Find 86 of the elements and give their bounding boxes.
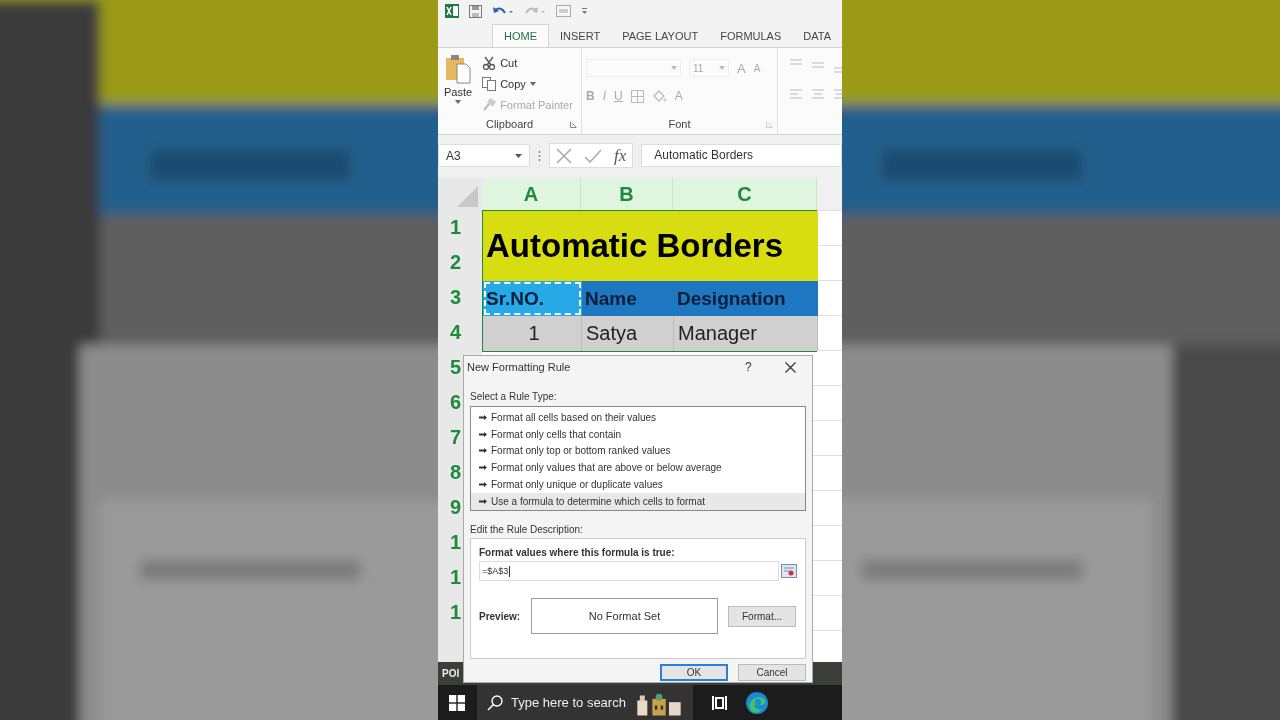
rule-type-item[interactable]: Format only cells that contain	[471, 425, 805, 443]
caret-icon	[719, 66, 725, 70]
rule-type-item[interactable]: Format all cells based on their values	[471, 409, 805, 426]
underline-button[interactable]: U	[614, 89, 623, 103]
group-label: Clipboard	[485, 118, 534, 130]
ribbon-button[interactable]: Copy	[482, 75, 573, 93]
arrow-icon	[479, 482, 487, 488]
ribbon-tab[interactable]: INSERT	[549, 25, 612, 47]
row-header[interactable]: 4	[438, 315, 482, 350]
preview-box: No Format Set	[531, 598, 718, 634]
caret-icon	[529, 82, 536, 86]
rule-type-item[interactable]: Use a formula to determine which cells to format	[471, 493, 805, 510]
column-header[interactable]: C	[673, 178, 817, 210]
column-header[interactable]: B	[581, 178, 673, 210]
ribbon-button[interactable]: Cut	[482, 54, 573, 72]
cancel-button[interactable]: Cancel	[738, 664, 806, 681]
header-cell[interactable]: Sr.NO.	[483, 281, 582, 316]
task-view-icon[interactable]	[711, 694, 727, 711]
formula-label: Format values where this formula is true:	[479, 546, 676, 560]
bold-button[interactable]: B	[586, 89, 595, 103]
fill-bucket-icon[interactable]	[651, 89, 667, 103]
browser-icon[interactable]	[745, 690, 769, 715]
search-icon	[487, 694, 503, 711]
arrow-icon	[479, 465, 487, 471]
dialog-title: New Formatting Rule	[467, 361, 572, 373]
help-button[interactable]: ?	[745, 360, 785, 374]
grip-icon	[538, 149, 541, 162]
borders-icon[interactable]	[630, 89, 644, 103]
column-header[interactable]: A	[482, 178, 581, 210]
font-color-button[interactable]: A	[674, 89, 683, 103]
save-icon[interactable]	[469, 4, 482, 18]
group-label: Font	[668, 118, 691, 130]
ribbon-tab[interactable]: FORMULAS	[709, 25, 793, 47]
header-cell[interactable]: Name	[582, 281, 674, 316]
header-cell[interactable]: Designation	[674, 281, 818, 316]
font-size-field[interactable]: 11	[689, 59, 729, 77]
table-cell: 1	[483, 316, 582, 351]
italic-button[interactable]: I	[602, 89, 606, 103]
rule-type-item[interactable]: Format only unique or duplicate values	[471, 476, 805, 493]
checkmark-icon[interactable]	[584, 148, 602, 163]
formula-input[interactable]: =$A$3	[479, 561, 779, 581]
arrow-icon	[479, 431, 487, 437]
range-select-icon[interactable]	[781, 564, 797, 578]
section-label: Select a Rule Type:	[470, 391, 558, 402]
caret-icon	[455, 100, 462, 104]
rule-type-item[interactable]: Format only values that are above or below average	[471, 459, 805, 477]
paintbrush-icon	[482, 98, 497, 112]
row-header[interactable]: 2	[438, 245, 482, 280]
paste-button[interactable]: Paste	[442, 52, 475, 114]
ribbon-tab[interactable]: PAGE LAYOUT	[611, 25, 710, 47]
copy-icon	[482, 77, 497, 91]
grow-font-button[interactable]: A	[737, 60, 746, 76]
formula-field[interactable]: Automatic Borders	[641, 144, 842, 167]
ok-button[interactable]: OK	[660, 664, 728, 681]
form-icon[interactable]	[556, 5, 571, 17]
caret-icon	[515, 153, 522, 158]
name-box[interactable]: A3	[438, 144, 530, 167]
arrow-icon	[479, 498, 487, 504]
rule-type-list[interactable]	[470, 406, 806, 511]
arrow-icon	[479, 448, 487, 454]
customize-caret-icon[interactable]	[581, 6, 588, 16]
font-name-field[interactable]	[586, 59, 681, 77]
excel-logo-icon[interactable]	[445, 4, 459, 18]
taskbar-search-field[interactable]: Type here to search	[477, 685, 693, 720]
windows-start-icon[interactable]	[449, 694, 465, 711]
rule-type-item[interactable]: Format only top or bottom ranked values	[471, 442, 805, 460]
row-header[interactable]: 3	[438, 280, 482, 315]
status-text: POI	[442, 668, 460, 679]
row-header[interactable]: 1	[438, 210, 482, 245]
title-cell: Automatic Borders	[483, 211, 818, 281]
ribbon-tab[interactable]: HOME	[492, 24, 549, 47]
scissors-icon	[482, 56, 497, 70]
close-icon[interactable]	[785, 361, 796, 373]
section-label: Edit the Rule Description:	[470, 524, 584, 535]
format-button[interactable]: Format...	[728, 605, 796, 627]
insert-function-button[interactable]: fx	[614, 145, 627, 166]
clipboard-icon	[445, 54, 472, 84]
arrow-icon	[479, 414, 487, 420]
cancel-x-icon[interactable]	[556, 147, 572, 164]
table-cell: Satya	[582, 316, 674, 351]
table-cell: Manager	[674, 316, 818, 351]
shrink-font-button[interactable]: A	[753, 62, 761, 74]
caret-icon	[671, 66, 677, 70]
launcher-icon[interactable]	[570, 121, 577, 128]
ribbon-tab[interactable]: DATA	[792, 25, 842, 47]
preview-label: Preview:	[479, 610, 522, 622]
